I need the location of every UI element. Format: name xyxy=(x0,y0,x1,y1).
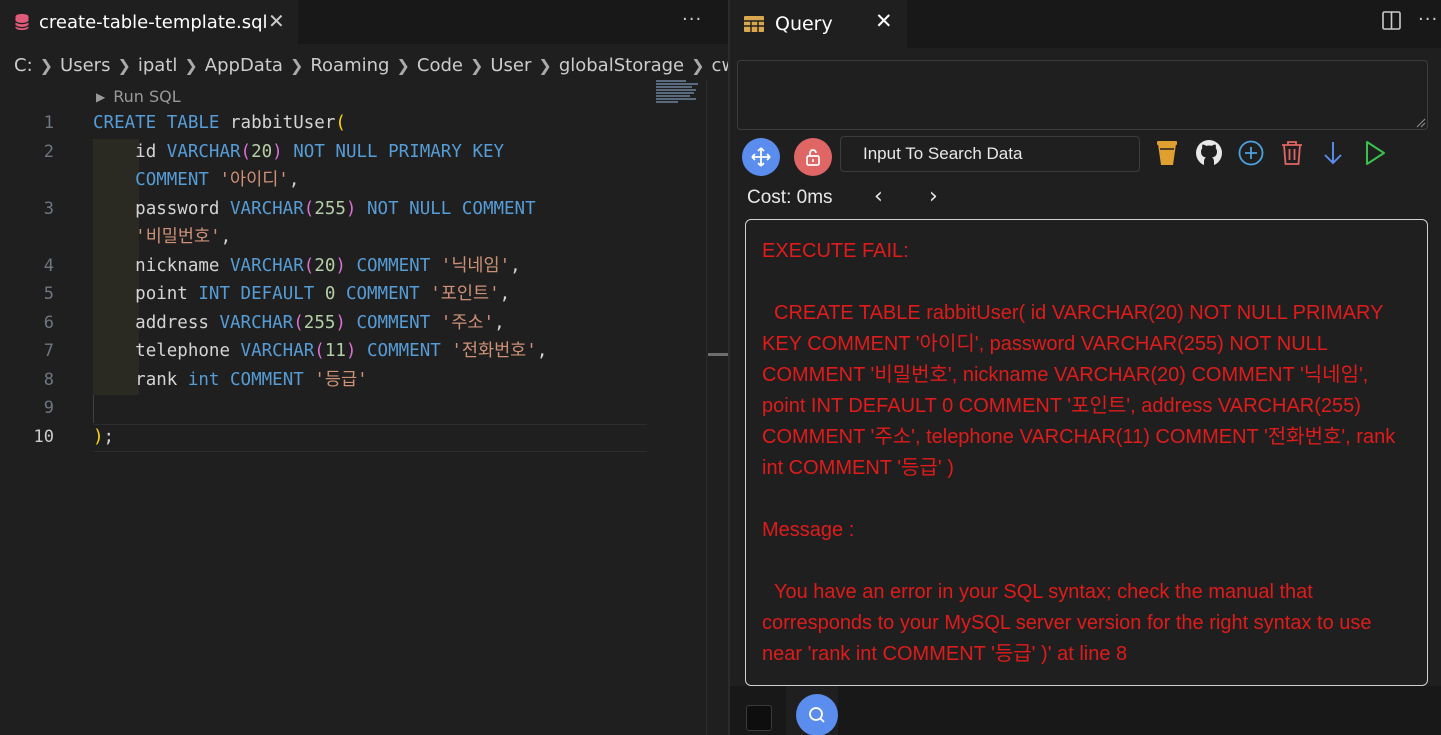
resize-grip-icon[interactable] xyxy=(1414,116,1426,128)
code-line: nickname VARCHAR(20) COMMENT '닉네임', xyxy=(135,256,521,276)
play-icon: ▶ xyxy=(96,89,106,104)
breadcrumb-item[interactable]: Users xyxy=(60,55,110,76)
line-number-active: 10 xyxy=(33,427,54,447)
chevron-right-icon: ❯ xyxy=(289,55,304,75)
unlock-icon xyxy=(806,149,820,166)
line-number: 7 xyxy=(43,341,54,361)
editor-tab-bar: create-table-template.sql ✕ ··· xyxy=(0,0,728,44)
code-line: CREATE TABLE rabbitUser( xyxy=(93,113,346,133)
query-tab[interactable]: Query ✕ xyxy=(730,0,907,48)
search-button[interactable] xyxy=(796,694,838,735)
code-line: telephone VARCHAR(11) COMMENT '전화번호', xyxy=(135,341,548,361)
code-line: rank int COMMENT '등급' xyxy=(135,370,368,390)
code-line: COMMENT '아이디', xyxy=(135,170,300,190)
result-sql: CREATE TABLE rabbitUser( id VARCHAR(20) … xyxy=(762,302,1396,479)
add-circle-icon[interactable] xyxy=(1236,138,1266,168)
query-tab-title: Query xyxy=(775,13,833,35)
cost-label: Cost: 0ms xyxy=(747,187,833,208)
database-icon xyxy=(14,13,30,31)
scrollbar-marker xyxy=(708,353,728,356)
line-number: 4 xyxy=(43,256,54,276)
sql-editor: create-table-template.sql ✕ ··· C: ❯ User… xyxy=(0,0,728,735)
move-icon xyxy=(751,147,771,167)
query-toolbar xyxy=(730,134,1441,176)
minimap[interactable] xyxy=(656,80,701,104)
line-number: 6 xyxy=(43,313,54,333)
code-line: '비밀번호', xyxy=(135,227,232,247)
split-editor-icon[interactable] xyxy=(1382,11,1401,30)
cost-row: Cost: 0ms xyxy=(747,184,833,212)
more-actions-icon[interactable]: ··· xyxy=(1418,9,1438,30)
breadcrumb-item[interactable]: Roaming xyxy=(310,55,389,76)
line-number: 8 xyxy=(43,370,54,390)
editor-tab[interactable]: create-table-template.sql ✕ xyxy=(0,0,298,44)
search-input[interactable] xyxy=(840,136,1140,172)
chevron-right-icon: ❯ xyxy=(39,55,54,75)
code-line: ); xyxy=(93,427,115,447)
toggle-checkbox[interactable] xyxy=(746,705,772,731)
table-icon xyxy=(744,16,764,32)
line-number: 3 xyxy=(43,199,54,219)
breadcrumb-item[interactable]: Code xyxy=(417,55,463,76)
result-message: You have an error in your SQL syntax; ch… xyxy=(762,581,1372,665)
indent-guide xyxy=(93,395,94,423)
close-icon[interactable]: ✕ xyxy=(268,9,285,33)
code-line: password VARCHAR(255) NOT NULL COMMENT xyxy=(135,199,536,219)
line-number: 5 xyxy=(43,284,54,304)
chevron-left-icon[interactable]: ‹ xyxy=(874,184,883,209)
code-line: point INT DEFAULT 0 COMMENT '포인트', xyxy=(135,284,511,304)
breadcrumb-item[interactable]: C: xyxy=(14,55,33,76)
code-line: address VARCHAR(255) COMMENT '주소', xyxy=(135,313,505,333)
trash-icon[interactable] xyxy=(1277,138,1307,168)
arrow-down-icon[interactable] xyxy=(1318,138,1348,168)
query-panel: Query ✕ ··· Input To Search Data Cost: 0… xyxy=(730,0,1441,735)
run-icon[interactable] xyxy=(1360,138,1390,168)
bottom-bar xyxy=(730,686,1441,735)
editor-scrollbar[interactable] xyxy=(706,80,707,735)
line-number: 9 xyxy=(43,398,54,418)
line-number: 2 xyxy=(43,142,54,162)
current-line-highlight xyxy=(93,424,647,452)
editor-tab-title: create-table-template.sql xyxy=(39,11,268,33)
breadcrumb-item[interactable]: AppData xyxy=(205,55,283,76)
query-tab-bar: Query ✕ ··· xyxy=(730,0,1441,48)
run-sql-label: Run SQL xyxy=(113,87,181,106)
chevron-right-icon[interactable]: › xyxy=(929,184,938,209)
result-message-label: Message : xyxy=(762,519,855,541)
run-sql-codelens[interactable]: ▶ Run SQL xyxy=(96,87,181,106)
chevron-right-icon: ❯ xyxy=(184,55,198,75)
sql-input[interactable] xyxy=(737,60,1428,130)
chevron-right-icon: ❯ xyxy=(691,55,705,75)
chevron-right-icon: ❯ xyxy=(538,55,552,75)
execution-result: EXECUTE FAIL: CREATE TABLE rabbitUser( i… xyxy=(745,219,1428,686)
close-icon[interactable]: ✕ xyxy=(875,9,893,33)
breadcrumb: C: ❯ Users ❯ ipatl ❯ AppData ❯ Roaming ❯ Code… xyxy=(14,52,728,78)
chevron-right-icon: ❯ xyxy=(469,55,484,75)
breadcrumb-item[interactable]: ipatl xyxy=(138,55,178,76)
more-actions-icon[interactable]: ··· xyxy=(682,9,702,30)
code-line: id VARCHAR(20) NOT NULL PRIMARY KEY xyxy=(135,142,505,162)
unlock-button[interactable] xyxy=(794,138,832,176)
result-heading: EXECUTE FAIL: xyxy=(762,240,909,262)
breadcrumb-item[interactable]: globalStorage xyxy=(559,55,684,76)
move-button[interactable] xyxy=(742,138,780,176)
breadcrumb-item[interactable]: cweijan xyxy=(712,55,728,76)
chevron-right-icon: ❯ xyxy=(396,55,410,75)
search-icon xyxy=(809,707,825,723)
line-number: 1 xyxy=(43,113,54,133)
coffee-cup-icon[interactable] xyxy=(1152,138,1182,168)
breadcrumb-item[interactable]: User xyxy=(490,55,531,76)
chevron-right-icon: ❯ xyxy=(117,55,131,75)
github-icon[interactable] xyxy=(1194,138,1224,168)
